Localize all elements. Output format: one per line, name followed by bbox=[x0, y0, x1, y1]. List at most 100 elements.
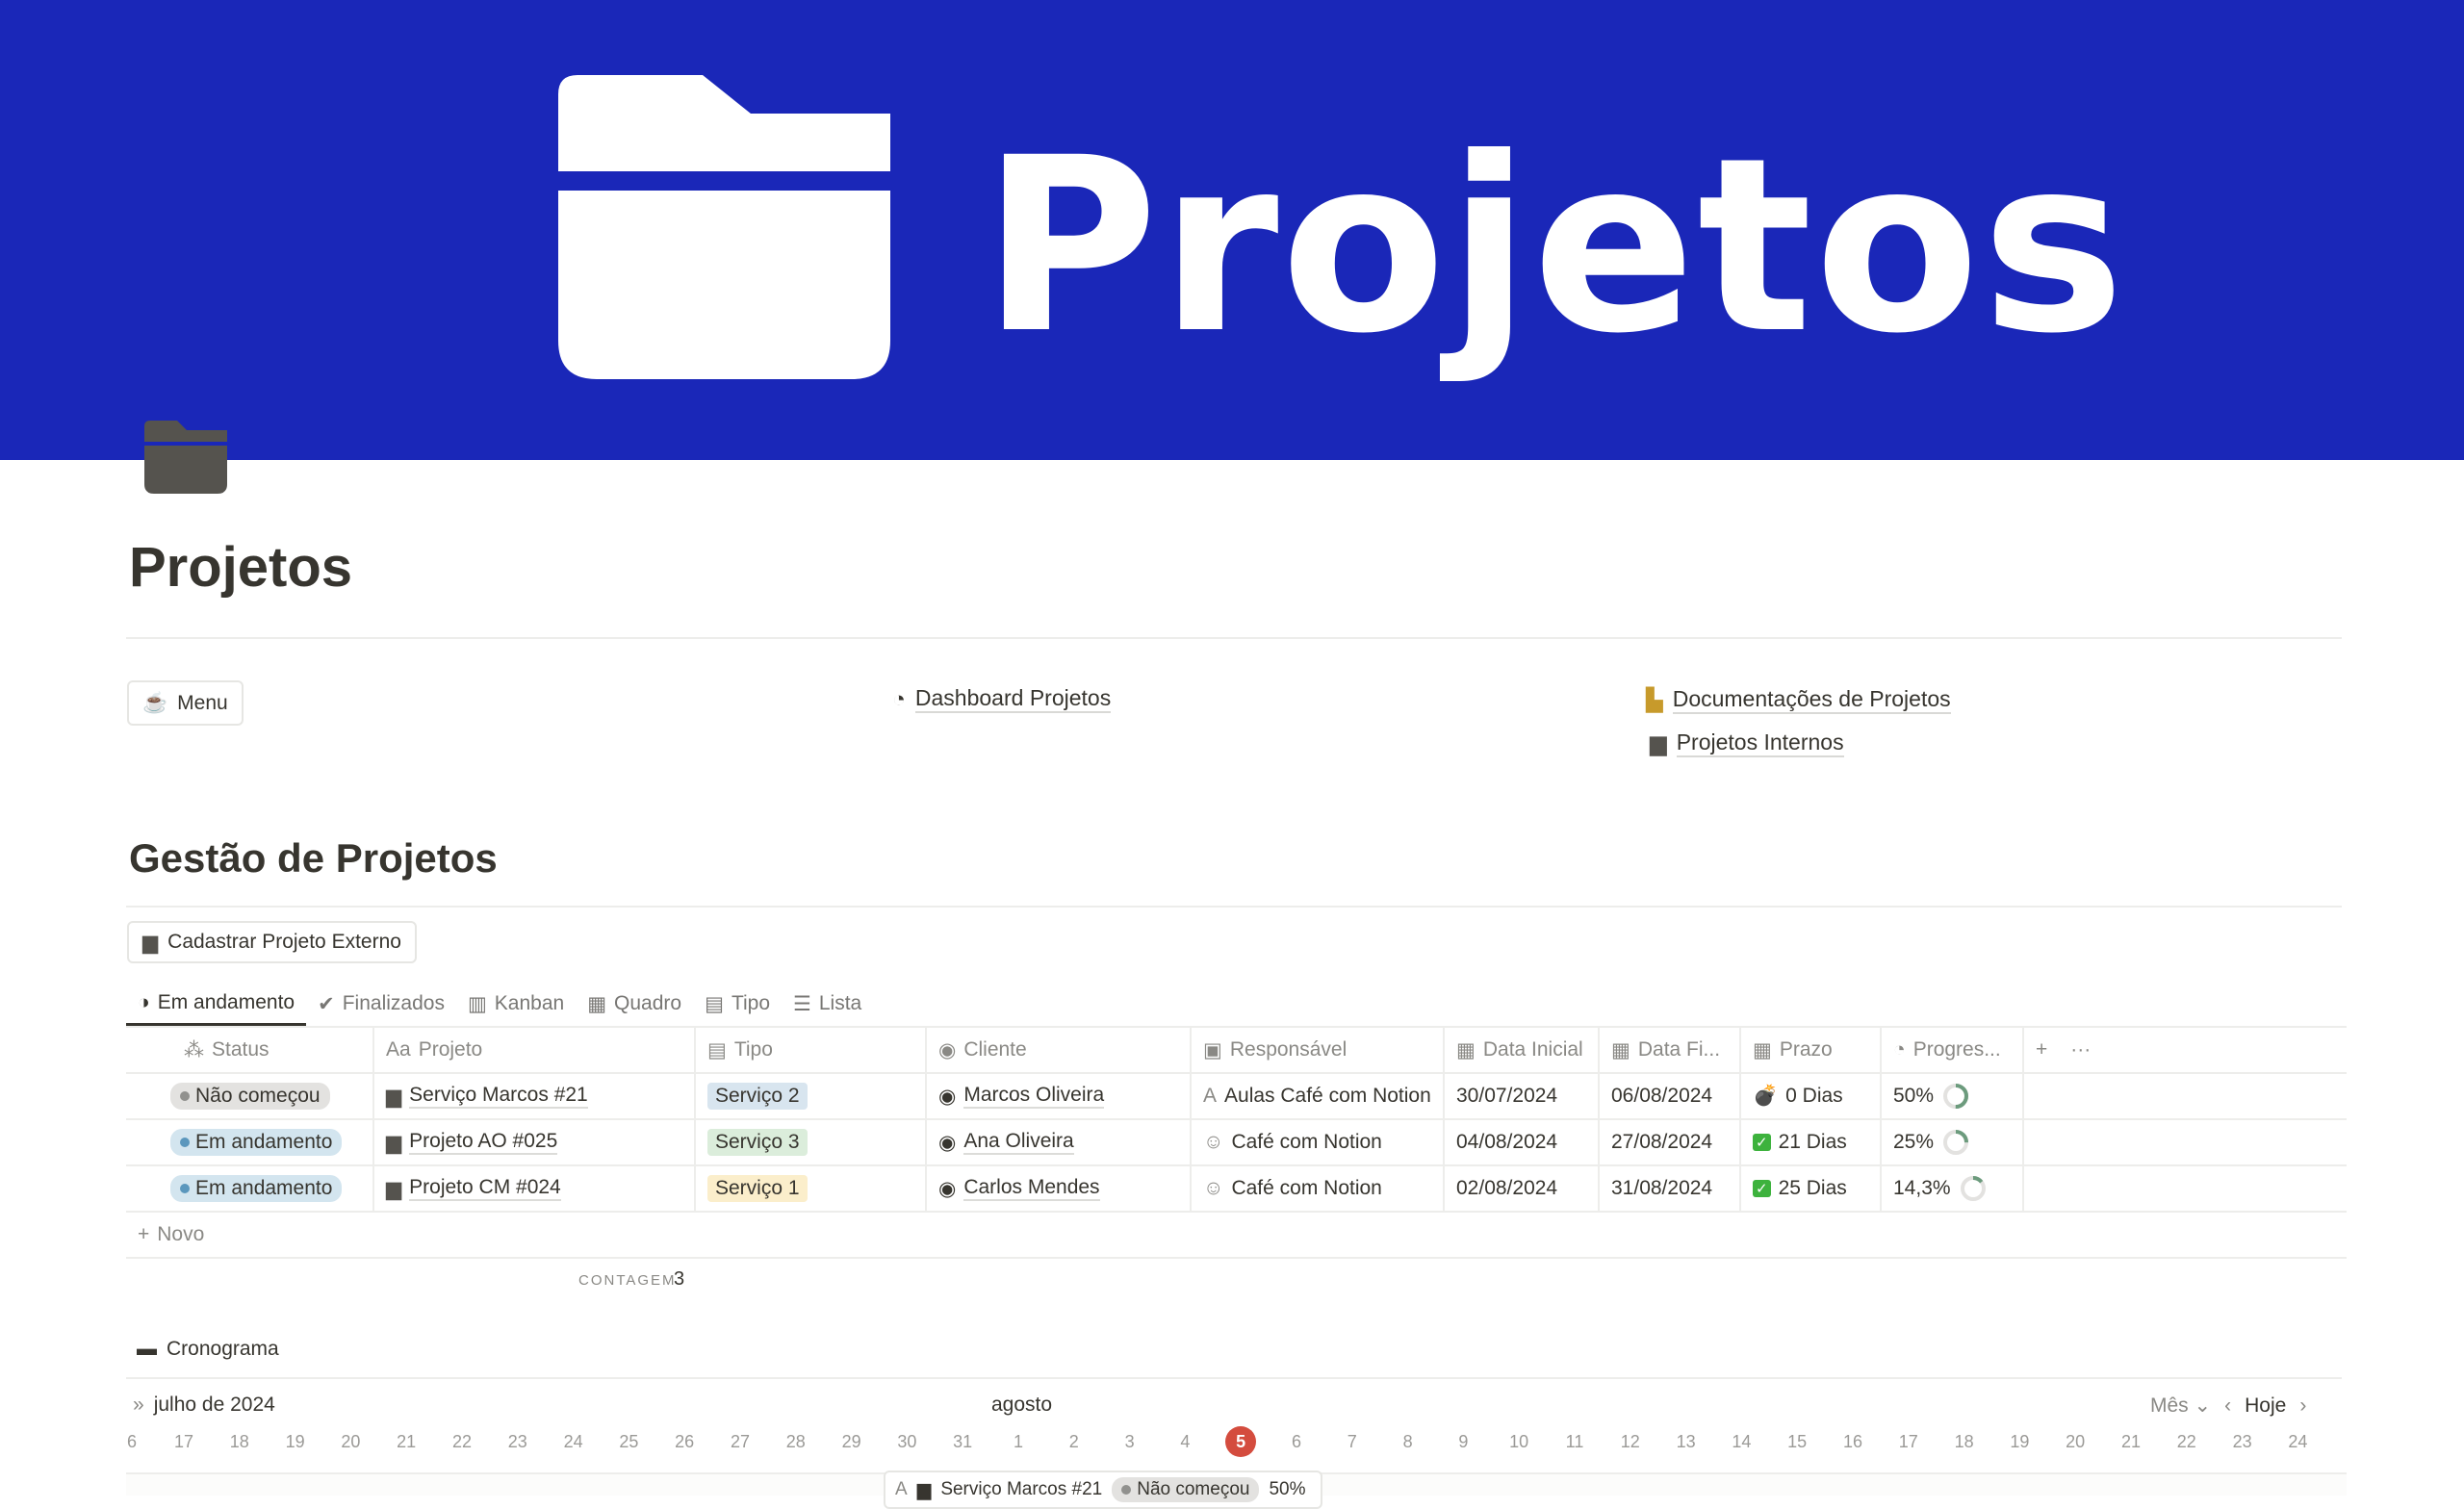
timeline-day: 15 bbox=[1778, 1432, 1816, 1452]
table-row[interactable]: Não começou ▆ Serviço Marcos #21 Serviço … bbox=[126, 1074, 2347, 1120]
loading-icon: ⁂ bbox=[184, 1038, 204, 1061]
column-header[interactable]: ◉ Cliente bbox=[927, 1028, 1192, 1072]
column-label: Cliente bbox=[963, 1038, 1027, 1061]
column-header[interactable]: ▦ Prazo bbox=[1741, 1028, 1882, 1072]
timeline-day: 28 bbox=[777, 1432, 815, 1452]
today-button[interactable]: Hoje bbox=[2245, 1394, 2286, 1418]
column-label: Data Fi... bbox=[1637, 1038, 1721, 1061]
start-date: 04/08/2024 bbox=[1445, 1120, 1600, 1164]
day-label: 20 bbox=[2066, 1432, 2086, 1451]
timeline-bar[interactable]: A ▆ Serviço Marcos #21 Não começou 50% bbox=[884, 1471, 1322, 1509]
start-date: 02/08/2024 bbox=[1445, 1166, 1600, 1211]
tab-lista[interactable]: ☰ Lista bbox=[782, 982, 873, 1026]
prev-icon[interactable]: ‹ bbox=[2224, 1394, 2231, 1418]
end-date: 31/08/2024 bbox=[1600, 1166, 1741, 1211]
status-badge[interactable]: Em andamento bbox=[170, 1129, 343, 1156]
timeline-day: 2 bbox=[1055, 1432, 1093, 1452]
dashboard-link[interactable]: ◔ Dashboard Projetos bbox=[892, 685, 1112, 713]
column-header[interactable]: ▦ Data Fi... bbox=[1600, 1028, 1741, 1072]
day-label: 26 bbox=[675, 1432, 695, 1451]
timeline-day: 19 bbox=[2000, 1432, 2039, 1452]
timeline-day: 24 bbox=[554, 1432, 593, 1452]
client-link[interactable]: Ana Oliveira bbox=[963, 1130, 1074, 1155]
day-label: 20 bbox=[341, 1432, 361, 1451]
status-badge[interactable]: Em andamento bbox=[170, 1175, 343, 1202]
day-label: 14 bbox=[1732, 1432, 1752, 1451]
tab-finalizados[interactable]: ✔ Finalizados bbox=[306, 982, 456, 1026]
tab-label: Em andamento bbox=[157, 990, 295, 1013]
view-tabs: ◑ Em andamento ✔ Finalizados ▥ Kanban ▦ Quad… bbox=[126, 982, 873, 1028]
menu-button[interactable]: ☕ Menu bbox=[127, 680, 244, 726]
day-label: 19 bbox=[285, 1432, 305, 1451]
day-label: 11 bbox=[1565, 1432, 1584, 1451]
tab-em-andamento[interactable]: ◑ Em andamento bbox=[126, 982, 307, 1026]
timeline-day: 4 bbox=[1166, 1432, 1204, 1452]
day-label: 31 bbox=[953, 1432, 973, 1451]
timeline-day: 29 bbox=[833, 1432, 871, 1452]
timeline-day: 18 bbox=[1945, 1432, 1984, 1452]
column-header[interactable]: ⁂ Status bbox=[126, 1028, 374, 1072]
timeline-day: 20 bbox=[331, 1432, 370, 1452]
projects-table: ⁂ Status Aa Projeto ▤ Tipo ◉ Cliente ▣ Responsáve… bbox=[126, 1026, 2347, 1259]
tab-label: Quadro bbox=[614, 992, 682, 1014]
add-column-icon[interactable]: + bbox=[2036, 1038, 2047, 1061]
folder-icon: ▆ bbox=[916, 1479, 932, 1500]
client-link[interactable]: Carlos Mendes bbox=[963, 1176, 1100, 1201]
new-row[interactable]: + Novo bbox=[126, 1213, 2347, 1259]
more-icon[interactable]: ··· bbox=[2070, 1038, 2091, 1061]
view-select[interactable]: Mês ⌄ bbox=[2150, 1394, 2211, 1418]
timeline-day: 24 bbox=[2278, 1432, 2317, 1452]
table-row[interactable]: Em andamento ▆ Projeto AO #025 Serviço 3 … bbox=[126, 1120, 2347, 1166]
tab-tipo[interactable]: ▤ Tipo bbox=[693, 982, 782, 1026]
day-label: 24 bbox=[2288, 1432, 2308, 1451]
day-label: 8 bbox=[1402, 1432, 1413, 1451]
docs-link[interactable]: ▙ Documentações de Projetos bbox=[1646, 686, 1951, 714]
tab-quadro[interactable]: ▦ Quadro bbox=[576, 982, 693, 1026]
next-icon[interactable]: › bbox=[2299, 1394, 2306, 1418]
project-link[interactable]: Projeto CM #024 bbox=[409, 1176, 561, 1201]
expand-icon[interactable]: » bbox=[133, 1394, 144, 1417]
today-marker: 5 bbox=[1225, 1426, 1257, 1457]
timeline-icon: ▬ bbox=[137, 1338, 157, 1360]
day-label: 25 bbox=[619, 1432, 639, 1451]
tab-label: Finalizados bbox=[342, 992, 445, 1014]
timeline-header[interactable]: ▬ Cronograma bbox=[137, 1338, 279, 1361]
section-title: Gestão de Projetos bbox=[129, 835, 498, 881]
day-label: 2 bbox=[1068, 1432, 1079, 1451]
progress-ring bbox=[1943, 1130, 1969, 1155]
internal-projects-link[interactable]: ▆ Projetos Internos bbox=[1650, 729, 1844, 757]
stack-icon: ▤ bbox=[705, 992, 724, 1015]
stack-icon: ▤ bbox=[707, 1038, 727, 1061]
timeline-day: 21 bbox=[2112, 1432, 2150, 1452]
progress-text: 14,3% bbox=[1893, 1177, 1951, 1199]
column-label: Data Inicial bbox=[1482, 1038, 1583, 1061]
month-center: agosto bbox=[991, 1394, 1053, 1416]
tab-kanban[interactable]: ▥ Kanban bbox=[456, 982, 576, 1026]
column-header[interactable]: ▤ Tipo bbox=[696, 1028, 927, 1072]
start-date: 30/07/2024 bbox=[1445, 1074, 1600, 1118]
client-link[interactable]: Marcos Oliveira bbox=[963, 1084, 1105, 1109]
column-header[interactable]: Aa Projeto bbox=[374, 1028, 696, 1072]
day-label: 22 bbox=[2176, 1432, 2196, 1451]
person-icon: ◉ bbox=[938, 1131, 957, 1154]
column-label: Prazo bbox=[1779, 1038, 1833, 1061]
day-label: 4 bbox=[1180, 1432, 1191, 1451]
status-badge[interactable]: Não começou bbox=[170, 1083, 330, 1110]
folder-icon: ▆ bbox=[386, 1085, 402, 1108]
column-header[interactable]: ▣ Responsável bbox=[1192, 1028, 1445, 1072]
table-row[interactable]: Em andamento ▆ Projeto CM #024 Serviço 1 … bbox=[126, 1166, 2347, 1213]
new-external-project-button[interactable]: ▆ Cadastrar Projeto Externo bbox=[127, 921, 417, 963]
column-header[interactable]: ◔ Progres... bbox=[1882, 1028, 2024, 1072]
divider bbox=[126, 637, 2342, 639]
timeline-day: 8 bbox=[1389, 1432, 1427, 1452]
folder-upload-icon: ▆ bbox=[1650, 730, 1667, 755]
column-header[interactable]: ▦ Data Inicial bbox=[1445, 1028, 1600, 1072]
timeline-day: 7 bbox=[1333, 1432, 1372, 1452]
project-link[interactable]: Projeto AO #025 bbox=[409, 1130, 558, 1155]
project-link[interactable]: Serviço Marcos #21 bbox=[409, 1084, 588, 1109]
avatar: ☺ bbox=[1203, 1131, 1224, 1153]
check-icon: ✓ bbox=[1753, 1180, 1771, 1197]
columns-icon: ▥ bbox=[467, 992, 487, 1015]
day-label: 18 bbox=[229, 1432, 249, 1451]
end-date: 27/08/2024 bbox=[1600, 1120, 1741, 1164]
